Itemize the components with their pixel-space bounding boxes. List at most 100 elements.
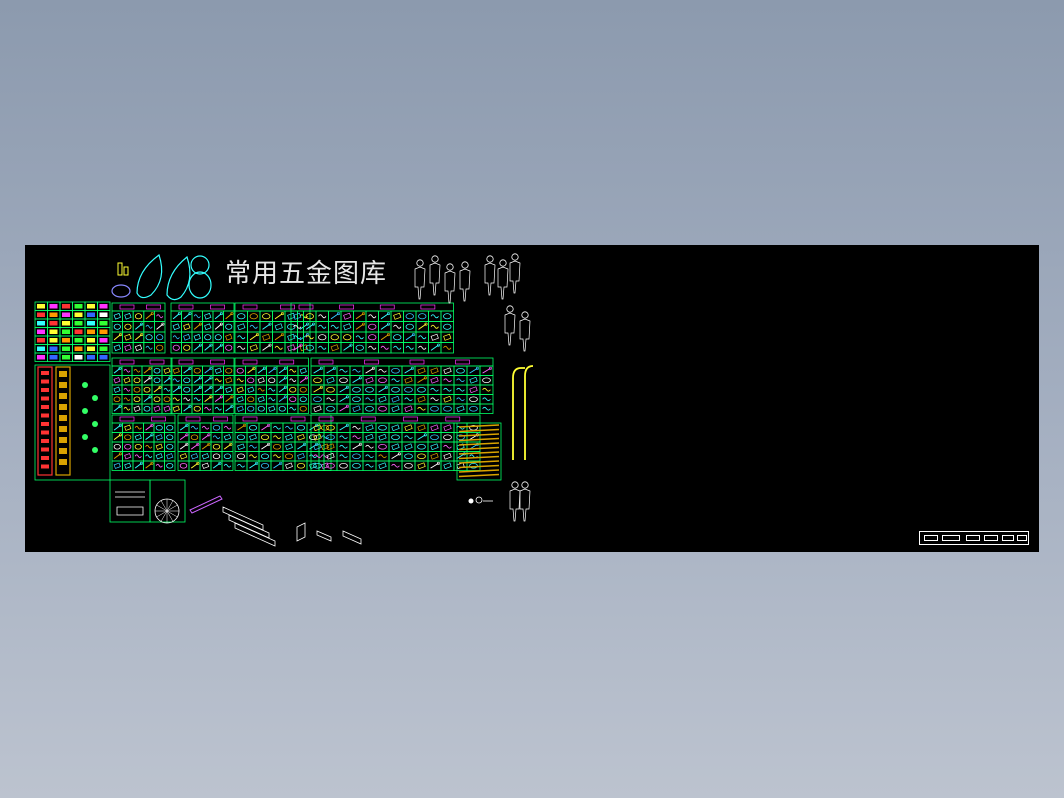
hardware-part-icon	[378, 433, 387, 441]
grid-cell	[310, 375, 325, 386]
people-silhouette-icon	[504, 312, 516, 346]
hardware-part-icon	[391, 443, 400, 451]
hardware-part-icon	[404, 386, 413, 393]
hardware-part-icon	[417, 443, 426, 450]
grid-cell	[375, 375, 390, 386]
hardware-part-icon	[318, 345, 327, 350]
grid-cell	[401, 403, 416, 414]
grid-cell	[440, 422, 455, 433]
grid-cell	[234, 432, 248, 443]
hardware-part-icon	[225, 377, 233, 384]
grid-cell	[164, 422, 176, 433]
hardware-part-icon	[318, 314, 327, 319]
hardware-part-icon	[124, 323, 132, 330]
grid-cell	[427, 451, 442, 462]
grid-cell	[164, 441, 176, 452]
rail-slot	[41, 388, 49, 392]
knob-icon	[468, 498, 474, 504]
hardware-part-icon	[330, 334, 339, 341]
color-swatch	[62, 329, 70, 334]
hardware-part-icon	[355, 335, 364, 340]
bracket-icon	[342, 530, 362, 545]
section-header-mark	[178, 359, 194, 365]
hardware-part-icon	[190, 434, 199, 441]
color-swatch	[87, 329, 95, 334]
hardware-part-icon	[391, 395, 400, 403]
hardware-part-icon	[212, 435, 221, 440]
hardware-part-icon	[289, 406, 297, 411]
hardware-part-icon	[172, 378, 180, 383]
people-silhouette-icon	[497, 266, 509, 300]
hardware-part-icon	[257, 396, 265, 403]
grid-cell	[223, 375, 235, 386]
hardware-part-icon	[405, 345, 414, 350]
rail-slot	[59, 426, 67, 432]
hardware-part-icon	[140, 333, 144, 337]
grid-cell	[349, 460, 364, 471]
section-header-mark	[178, 304, 194, 310]
grid-cell	[181, 342, 193, 354]
grid-cell	[340, 321, 354, 333]
hardware-part-icon	[378, 424, 387, 431]
grid-cell	[111, 310, 124, 322]
hardware-part-icon	[260, 462, 269, 469]
hardware-part-icon	[237, 313, 246, 320]
hardware-part-icon	[417, 395, 426, 403]
hardware-part-icon	[368, 345, 377, 350]
rail-slot	[41, 447, 49, 452]
grid-cell	[362, 432, 377, 443]
grid-cell	[132, 441, 144, 452]
hardware-part-icon	[124, 344, 132, 352]
grid-cell	[388, 432, 403, 443]
section-header-mark	[242, 416, 258, 422]
hardware-part-icon	[123, 397, 131, 402]
rail-slot	[41, 371, 49, 375]
hardware-part-icon	[343, 334, 352, 341]
grid-cell	[365, 331, 379, 343]
grid-cell	[453, 403, 468, 414]
grid-cell	[390, 310, 404, 322]
grid-cell	[188, 451, 201, 462]
people-silhouette-icon	[499, 259, 507, 267]
hardware-part-icon	[393, 324, 402, 329]
hardware-part-icon	[172, 335, 180, 340]
cad-drawing-canvas[interactable]: 常用五金图库	[25, 245, 1039, 552]
people-silhouette-icon	[519, 318, 531, 352]
hardware-part-icon	[378, 395, 387, 403]
color-swatch	[37, 355, 45, 360]
grid-cell	[349, 394, 364, 405]
color-swatch	[99, 304, 108, 309]
hardware-part-icon	[237, 443, 245, 451]
grid-cell	[427, 441, 442, 452]
hardware-part-icon	[179, 453, 188, 460]
grid-cell	[310, 394, 325, 405]
hardware-part-icon	[193, 405, 201, 412]
rail-slot	[41, 456, 49, 460]
grid-cell	[181, 321, 193, 333]
grid-cell	[234, 384, 246, 395]
grid-cell	[259, 310, 273, 322]
section-header-mark	[149, 359, 165, 365]
hardware-part-icon	[82, 382, 88, 388]
people-silhouette-icon	[521, 481, 529, 489]
grid-cell	[466, 394, 481, 405]
hardware-part-icon	[268, 397, 276, 402]
grid-cell	[403, 310, 417, 322]
hardware-part-icon	[404, 376, 413, 384]
grid-cell	[414, 394, 429, 405]
grid-cell	[388, 384, 403, 395]
hardware-part-icon	[212, 453, 221, 460]
hardware-part-icon	[443, 424, 452, 432]
hardware-part-icon	[391, 434, 400, 441]
hardware-part-icon	[299, 367, 307, 374]
hardware-part-icon	[443, 434, 452, 441]
hardware-part-icon	[113, 312, 121, 320]
rail-slot	[59, 404, 67, 410]
hardware-part-icon	[262, 333, 271, 341]
people-silhouette-icon	[416, 259, 424, 267]
hardware-part-icon	[139, 461, 143, 465]
hardware-part-icon	[133, 386, 141, 393]
section-header-mark	[379, 304, 395, 310]
grid-cell	[323, 384, 338, 395]
hardware-part-icon	[297, 452, 305, 460]
